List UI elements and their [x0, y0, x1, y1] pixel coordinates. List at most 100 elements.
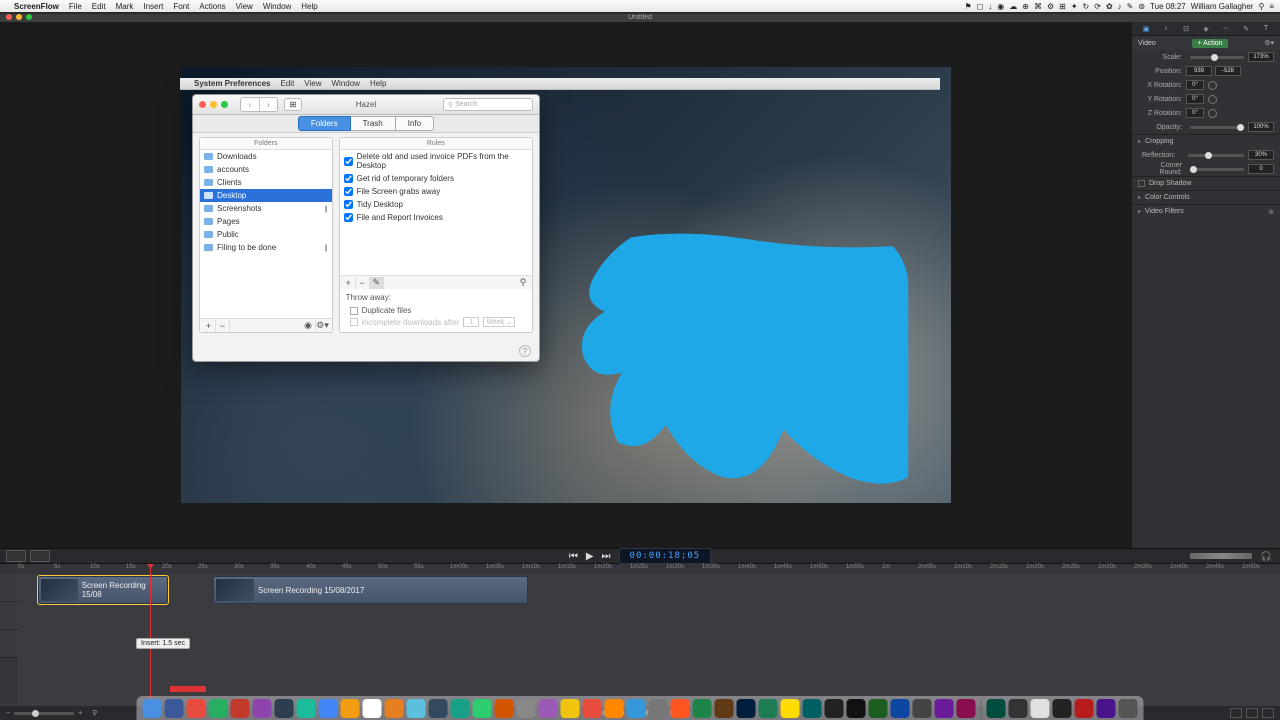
folder-row[interactable]: Desktop — [200, 189, 332, 202]
incomplete-value[interactable]: 1 — [463, 317, 479, 327]
syspref-menu-window[interactable]: Window — [332, 79, 360, 88]
dock-app[interactable] — [869, 699, 888, 718]
gear-icon[interactable]: ⚙▾ — [1264, 39, 1274, 47]
video-tab-icon[interactable]: ▣ — [1139, 23, 1153, 35]
corner-slider[interactable] — [1190, 168, 1244, 171]
dock-app[interactable] — [913, 699, 932, 718]
dock-app[interactable] — [605, 699, 624, 718]
dock-app[interactable] — [583, 699, 602, 718]
dock-app[interactable] — [627, 699, 646, 718]
rule-checkbox[interactable] — [344, 187, 353, 196]
back-button[interactable]: ‹ — [241, 98, 259, 111]
rule-checkbox[interactable] — [344, 174, 353, 183]
folder-row[interactable]: Public — [200, 228, 332, 241]
dock-app[interactable] — [649, 699, 668, 718]
dock-app[interactable] — [671, 699, 690, 718]
dock-app[interactable] — [1119, 699, 1138, 718]
menu-help[interactable]: Help — [301, 2, 317, 11]
incomplete-checkbox[interactable] — [350, 318, 358, 326]
status-icon[interactable]: ↻ — [1083, 2, 1090, 11]
scale-slider[interactable] — [1190, 56, 1244, 59]
track-header[interactable] — [0, 574, 18, 602]
search-rules-button[interactable]: ⚲ — [516, 277, 530, 289]
reflection-value[interactable]: 30% — [1248, 150, 1274, 160]
minimize-icon[interactable] — [16, 14, 22, 20]
forward-button[interactable]: › — [259, 98, 277, 111]
hazel-window[interactable]: ‹ › ⊞ Hazel ⚲ Search Folders Trash Info — [192, 94, 540, 362]
scale-value[interactable]: 173% — [1248, 52, 1274, 62]
dock-app[interactable] — [693, 699, 712, 718]
status-icon[interactable]: ⚑ — [964, 2, 971, 11]
rule-row[interactable]: Tidy Desktop — [340, 198, 532, 211]
dock-app[interactable] — [737, 699, 756, 718]
prev-button[interactable]: ⏮ — [569, 551, 578, 562]
zoom-out-icon[interactable]: − — [6, 710, 10, 717]
syspref-menu-view[interactable]: View — [304, 79, 321, 88]
dock-app[interactable] — [781, 699, 800, 718]
dock-app[interactable] — [987, 699, 1006, 718]
rule-row[interactable]: Get rid of temporary folders — [340, 172, 532, 185]
dock-app[interactable] — [143, 699, 162, 718]
minimize-icon[interactable] — [210, 101, 217, 108]
tab-folders[interactable]: Folders — [298, 116, 351, 131]
dock-app[interactable] — [297, 699, 316, 718]
timeline-clip[interactable]: Screen Recording 15/08 — [38, 576, 168, 604]
rule-checkbox[interactable] — [344, 157, 353, 166]
gear-menu-button[interactable]: ⚙▾ — [316, 320, 330, 332]
fit-button[interactable] — [1262, 708, 1274, 718]
rule-row[interactable]: Delete old and used invoice PDFs from th… — [340, 150, 532, 172]
folder-row[interactable]: Downloads — [200, 150, 332, 163]
dock-app[interactable] — [759, 699, 778, 718]
status-icon[interactable]: ✦ — [1071, 2, 1078, 11]
menubar-user[interactable]: William Gallagher — [1191, 2, 1254, 11]
zoom-icon[interactable] — [26, 14, 32, 20]
zrot-value[interactable]: 0° — [1186, 108, 1204, 118]
rule-row[interactable]: File Screen grabs away — [340, 185, 532, 198]
add-filter-icon[interactable]: ⊕ — [1268, 208, 1274, 216]
menu-edit[interactable]: Edit — [92, 2, 106, 11]
hazel-titlebar[interactable]: ‹ › ⊞ Hazel ⚲ Search — [193, 95, 539, 115]
dock-app[interactable] — [407, 699, 426, 718]
show-all-button[interactable]: ⊞ — [284, 98, 302, 111]
dock-app[interactable] — [495, 699, 514, 718]
status-icon[interactable]: ⊕ — [1022, 2, 1029, 11]
dock-app[interactable] — [231, 699, 250, 718]
opacity-value[interactable]: 100% — [1248, 122, 1274, 132]
position-x[interactable]: 939 — [1186, 66, 1212, 76]
dock-app[interactable] — [825, 699, 844, 718]
timeline-mode-toggle[interactable] — [30, 550, 50, 562]
cropping-section[interactable]: Cropping — [1145, 138, 1173, 145]
menu-mark[interactable]: Mark — [116, 2, 134, 11]
menu-view[interactable]: View — [236, 2, 253, 11]
dock-app[interactable] — [957, 699, 976, 718]
close-icon[interactable] — [6, 14, 12, 20]
status-icon[interactable]: ⌘ — [1034, 2, 1042, 11]
dock-app[interactable] — [451, 699, 470, 718]
disclosure-icon[interactable]: ▸ — [1138, 194, 1141, 201]
canvas-viewport[interactable]: System Preferences Edit View Window Help… — [0, 22, 1132, 548]
dock-app[interactable] — [1053, 699, 1072, 718]
add-rule-button[interactable]: + — [342, 277, 356, 289]
dock-app[interactable] — [1031, 699, 1050, 718]
incomplete-unit[interactable]: Week ⌄ — [483, 317, 515, 327]
dock-app[interactable] — [715, 699, 734, 718]
dock-app[interactable] — [209, 699, 228, 718]
text-tab-icon[interactable]: T — [1259, 23, 1273, 35]
zoom-fit-icon[interactable]: ⚲ — [92, 709, 97, 717]
timecode-display[interactable]: 00:00:18;05 — [619, 548, 712, 564]
track-header[interactable] — [0, 602, 18, 630]
folder-row[interactable]: Filing to be done∥ — [200, 241, 332, 254]
dock-app[interactable] — [275, 699, 294, 718]
headphones-icon[interactable]: 🎧 — [1261, 551, 1272, 562]
status-icon[interactable]: ☁ — [1009, 2, 1017, 11]
reflection-slider[interactable] — [1188, 154, 1244, 157]
duplicate-checkbox[interactable] — [350, 307, 358, 315]
videofilters-section[interactable]: Video Filters — [1145, 208, 1184, 215]
dropshadow-section[interactable]: Drop Shadow — [1149, 180, 1191, 187]
disclosure-icon[interactable]: ▸ — [1138, 208, 1141, 215]
close-icon[interactable] — [199, 101, 206, 108]
dock-app[interactable] — [319, 699, 338, 718]
timeline-tracks[interactable]: Screen Recording 15/08Screen Recording 1… — [18, 574, 1280, 704]
help-button[interactable]: ? — [519, 345, 531, 357]
notification-icon[interactable]: ≡ — [1269, 2, 1274, 11]
